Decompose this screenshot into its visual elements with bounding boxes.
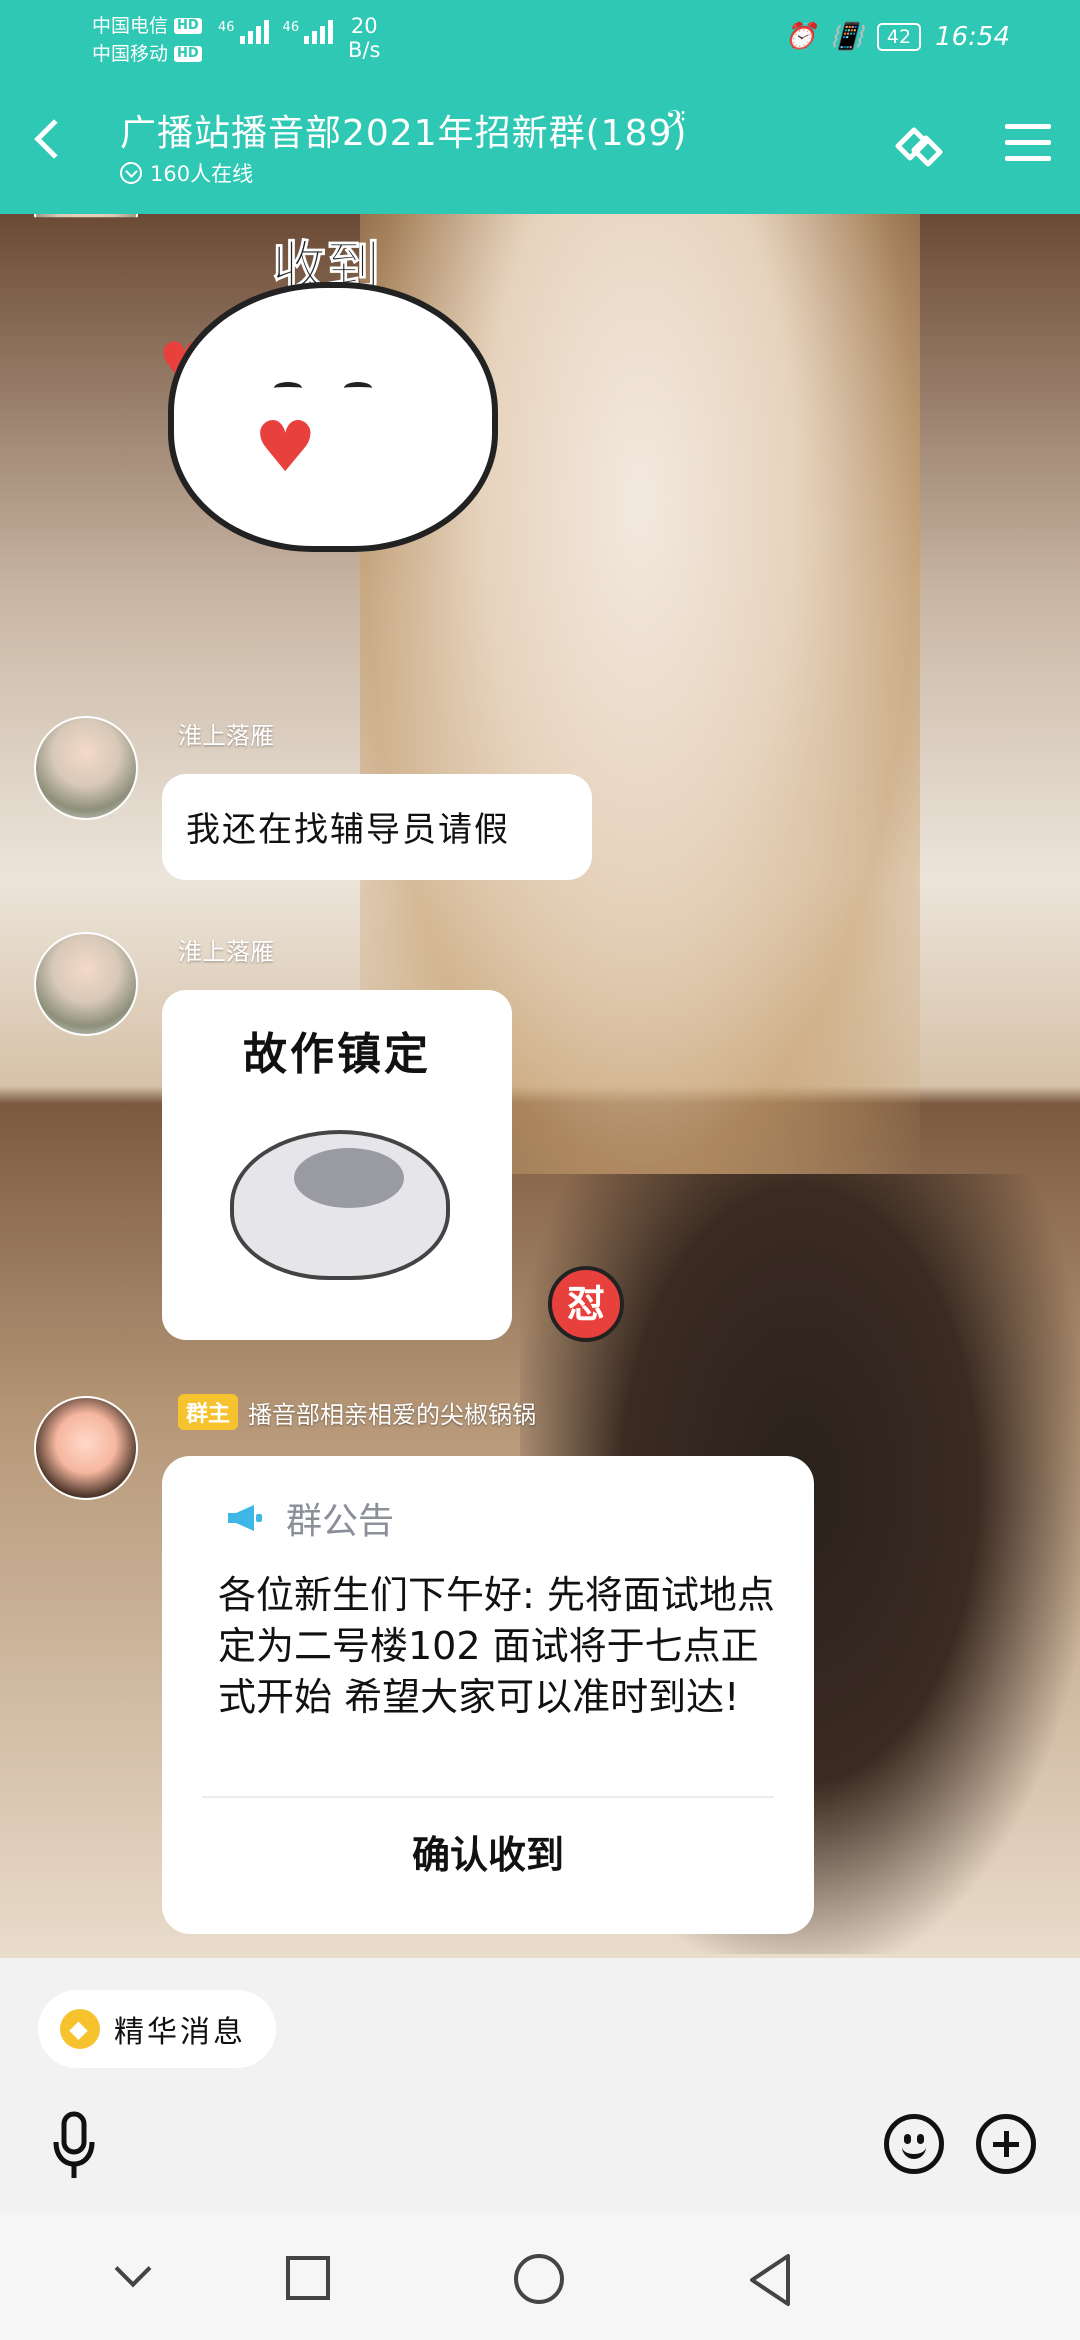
- vibrate-icon: 📳: [830, 22, 863, 52]
- megaphone-icon: [228, 1505, 262, 1531]
- announcement-body: 各位新生们下午好: 先将面试地点定为二号楼102 面试将于七点正式开始 希望大家…: [218, 1573, 775, 1719]
- avatar[interactable]: [34, 716, 138, 820]
- sender-row: 群主 播音部相亲相爱的尖椒锅锅: [178, 1394, 536, 1430]
- microphone-icon[interactable]: [52, 2110, 96, 2182]
- emoji-icon[interactable]: [884, 2114, 944, 2174]
- group-title[interactable]: 广播站播音部2021年招新群(189): [120, 104, 687, 156]
- message-bubble[interactable]: 我还在找辅导员请假: [162, 774, 592, 880]
- online-label: 160人在线: [150, 162, 254, 186]
- hd-badge: HD: [174, 46, 202, 62]
- back-icon[interactable]: [34, 119, 74, 159]
- status-bar: 中国电信 HD 中国移动 HD 46 46 20 B/s ⏰ 📳 42 16:54: [0, 0, 1080, 78]
- carrier-1: 中国电信: [92, 15, 169, 37]
- sticker-image[interactable]: 故作镇定: [162, 990, 512, 1340]
- signal-icon: 46 46: [218, 20, 334, 44]
- avatar[interactable]: [34, 932, 138, 1036]
- link-share-icon[interactable]: [892, 122, 946, 170]
- avatar[interactable]: [34, 1396, 138, 1500]
- hd-badge: HD: [174, 18, 202, 34]
- net-type: 46: [282, 20, 300, 35]
- announcement-header: 群公告: [226, 1492, 394, 1544]
- menu-icon[interactable]: [1005, 124, 1051, 172]
- header-bar: 中国电信 HD 中国移动 HD 46 46 20 B/s ⏰ 📳 42 16:54 …: [0, 0, 1080, 214]
- chevron-down-icon[interactable]: [114, 2250, 152, 2288]
- essence-messages-button[interactable]: ◆ 精华消息: [38, 1990, 276, 2068]
- status-right: ⏰ 📳 42 16:54: [784, 22, 1010, 52]
- carrier-info: 中国电信 HD 中国移动 HD: [92, 12, 202, 68]
- divider: [202, 1796, 774, 1798]
- clock: 16:54: [935, 22, 1010, 52]
- network-speed: 20 B/s: [348, 14, 380, 62]
- message-text: 我还在找辅导员请假: [186, 810, 510, 850]
- net-type: 46: [218, 20, 235, 35]
- input-area: ◆ 精华消息: [0, 1958, 1080, 2212]
- back-triangle-icon[interactable]: [746, 2252, 794, 2308]
- confirm-button[interactable]: 确认收到: [162, 1824, 814, 1879]
- heart-icon: ♥: [254, 406, 317, 488]
- sender-name: 播音部相亲相爱的尖椒锅锅: [248, 1400, 537, 1429]
- speed-unit: B/s: [348, 38, 381, 62]
- sender-name: 淮上落雁: [178, 722, 274, 750]
- plus-icon[interactable]: [976, 2114, 1036, 2174]
- announcement-title: 群公告: [286, 1501, 395, 1542]
- speed-value: 20: [350, 14, 378, 38]
- online-count[interactable]: 160人在线: [120, 158, 253, 188]
- ear-icon[interactable]: 𝄢: [665, 104, 686, 143]
- essence-icon: ◆: [60, 2009, 100, 2049]
- sticker-caption: 故作镇定: [243, 1029, 431, 1080]
- announcement-card[interactable]: 群公告 各位新生们下午好: 先将面试地点定为二号楼102 面试将于七点正式开始 …: [162, 1456, 814, 1934]
- home-button[interactable]: [514, 2254, 564, 2304]
- background-sticker: 怼: [548, 1266, 624, 1342]
- essence-label: 精华消息: [114, 2015, 246, 2050]
- alarm-icon: ⏰: [784, 22, 817, 52]
- system-nav-bar: [0, 2212, 1080, 2340]
- battery-icon: 42: [876, 23, 922, 51]
- sticker-image[interactable]: ♥: [168, 282, 498, 552]
- owner-badge: 群主: [178, 1394, 239, 1430]
- sender-name: 淮上落雁: [178, 938, 274, 966]
- chevron-down-icon: [120, 162, 142, 184]
- carrier-2: 中国移动: [92, 43, 169, 65]
- recents-button[interactable]: [286, 2256, 330, 2300]
- hamster-illustration: [230, 1130, 450, 1280]
